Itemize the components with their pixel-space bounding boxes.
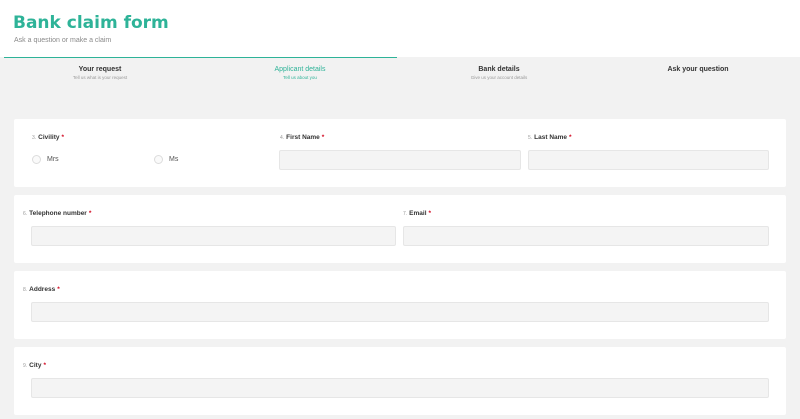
- civility-label: 3. Civility *: [32, 134, 65, 141]
- radio-mrs[interactable]: Mrs: [32, 155, 59, 164]
- step-progress-bar: [4, 57, 397, 58]
- radio-ms[interactable]: Ms: [154, 155, 178, 164]
- page-subtitle: Ask a question or make a claim: [14, 37, 112, 44]
- page-title: Bank claim form: [13, 13, 169, 33]
- step-subtitle: Tell us what is your request: [72, 75, 128, 80]
- step-ask-question[interactable]: Ask your question: [598, 65, 798, 74]
- step-your-request[interactable]: Your request Tell us what is your reques…: [0, 65, 200, 81]
- step-title: Applicant details: [274, 66, 326, 73]
- last-name-label: 5. Last Name *: [528, 134, 572, 141]
- first-name-input[interactable]: [279, 150, 521, 170]
- radio-circle-icon: [32, 155, 41, 164]
- contact-info-card: 6. Telephone number * 7. Email *: [14, 195, 786, 263]
- city-input[interactable]: [31, 378, 769, 398]
- address-label: 8. Address *: [23, 286, 60, 293]
- step-title: Your request: [78, 66, 122, 73]
- personal-info-card: 3. Civility * Mrs Ms 4. First Name * 5. Last …: [14, 119, 786, 187]
- city-card: 9. City *: [14, 347, 786, 415]
- first-name-label: 4. First Name *: [280, 134, 325, 141]
- step-applicant-details[interactable]: Applicant details Tell us about you: [200, 65, 400, 81]
- telephone-label: 6. Telephone number *: [23, 210, 92, 217]
- telephone-input[interactable]: [31, 226, 396, 246]
- radio-circle-icon: [154, 155, 163, 164]
- email-label: 7. Email *: [403, 210, 432, 217]
- email-input[interactable]: [403, 226, 769, 246]
- step-title: Ask your question: [667, 66, 729, 73]
- page-header: Bank claim form Ask a question or make a…: [0, 0, 800, 57]
- last-name-input[interactable]: [528, 150, 769, 170]
- step-subtitle: Give us your account details: [470, 75, 528, 80]
- address-card: 8. Address *: [14, 271, 786, 339]
- step-title: Bank details: [478, 66, 520, 73]
- step-bank-details[interactable]: Bank details Give us your account detail…: [399, 65, 599, 81]
- city-label: 9. City *: [23, 362, 46, 369]
- address-input[interactable]: [31, 302, 769, 322]
- step-subtitle: Tell us about you: [283, 75, 317, 80]
